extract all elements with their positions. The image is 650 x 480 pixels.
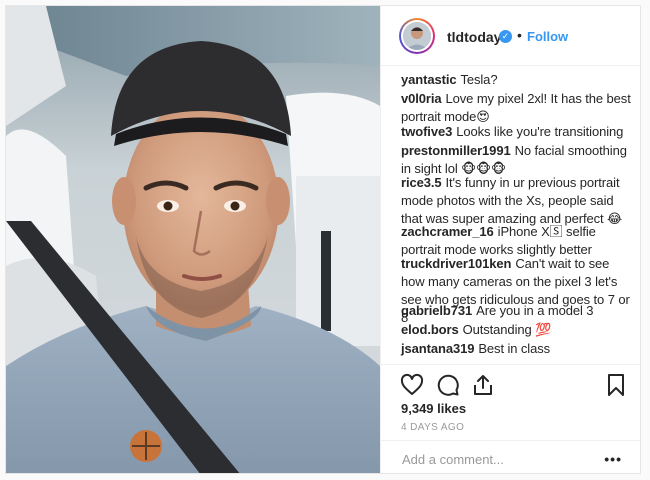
post-actions: 9,349 likes 4 DAYS AGO ••• bbox=[381, 364, 640, 473]
heart-icon[interactable] bbox=[400, 373, 424, 397]
comment-username[interactable]: jsantana319 bbox=[401, 341, 474, 356]
avatar-image bbox=[403, 22, 431, 50]
comments-list[interactable]: yantastic Tesla? v0l0ria Love my pixel 2xl… bbox=[381, 66, 640, 364]
profile-avatar[interactable] bbox=[399, 18, 435, 54]
username-link[interactable]: tldtoday bbox=[447, 29, 501, 45]
share-icon[interactable] bbox=[471, 373, 495, 397]
follow-button[interactable]: Follow bbox=[527, 29, 568, 44]
comment-item: rice3.5 It's funny in ur previous portrai… bbox=[401, 174, 633, 228]
comment-username[interactable]: gabrielb731 bbox=[401, 303, 472, 318]
comment-text: Looks like you're transitioning bbox=[456, 124, 624, 139]
comment-username[interactable]: elod.bors bbox=[401, 322, 459, 337]
comment-text: Are you in a model 3 bbox=[476, 303, 594, 318]
bookmark-icon[interactable] bbox=[604, 373, 628, 397]
comment-username[interactable]: yantastic bbox=[401, 72, 457, 87]
comment-item: elod.bors Outstanding 💯 bbox=[401, 321, 633, 339]
comment-icon[interactable] bbox=[436, 373, 460, 397]
verified-badge-icon: ✓ bbox=[499, 30, 512, 43]
comment-username[interactable]: twofive3 bbox=[401, 124, 452, 139]
likes-count[interactable]: 9,349 likes bbox=[401, 401, 466, 416]
separator-dot: • bbox=[517, 27, 522, 43]
comment-item: zachcramer_16 iPhone X🅂 selfie portrait m… bbox=[401, 223, 633, 259]
comment-username[interactable]: v0l0ria bbox=[401, 91, 442, 106]
comment-item: twofive3 Looks like you're transitioning bbox=[401, 123, 633, 141]
post-side-panel: tldtoday ✓ • Follow yantastic Tesla? v0l0… bbox=[380, 6, 640, 473]
comment-username[interactable]: zachcramer_16 bbox=[401, 224, 494, 239]
add-comment-bar: ••• bbox=[381, 440, 640, 473]
comment-username[interactable]: prestonmiller1991 bbox=[401, 143, 511, 158]
post-photo[interactable] bbox=[6, 6, 380, 473]
selfie-photo-illustration bbox=[6, 6, 380, 473]
comment-input[interactable] bbox=[400, 448, 604, 470]
post-timestamp[interactable]: 4 DAYS AGO bbox=[401, 422, 464, 433]
comment-text: Best in class bbox=[478, 341, 551, 356]
comment-item: prestonmiller1991 No facial smoothing in … bbox=[401, 142, 633, 178]
comment-item: gabrielb731 Are you in a model 3 bbox=[401, 302, 633, 320]
post-header: tldtoday ✓ • Follow bbox=[381, 6, 640, 66]
comment-item: jsantana319 Best in class bbox=[401, 340, 633, 358]
comment-text: Tesla? bbox=[460, 72, 498, 87]
comment-item: v0l0ria Love my pixel 2xl! It has the bes… bbox=[401, 90, 633, 126]
comment-username[interactable]: truckdriver101ken bbox=[401, 256, 511, 271]
instagram-post: tldtoday ✓ • Follow yantastic Tesla? v0l0… bbox=[5, 5, 641, 474]
more-options-icon[interactable]: ••• bbox=[604, 451, 622, 467]
comment-username[interactable]: rice3.5 bbox=[401, 175, 442, 190]
comment-text: Outstanding 💯 bbox=[462, 322, 552, 337]
comment-item: yantastic Tesla? bbox=[401, 71, 633, 89]
